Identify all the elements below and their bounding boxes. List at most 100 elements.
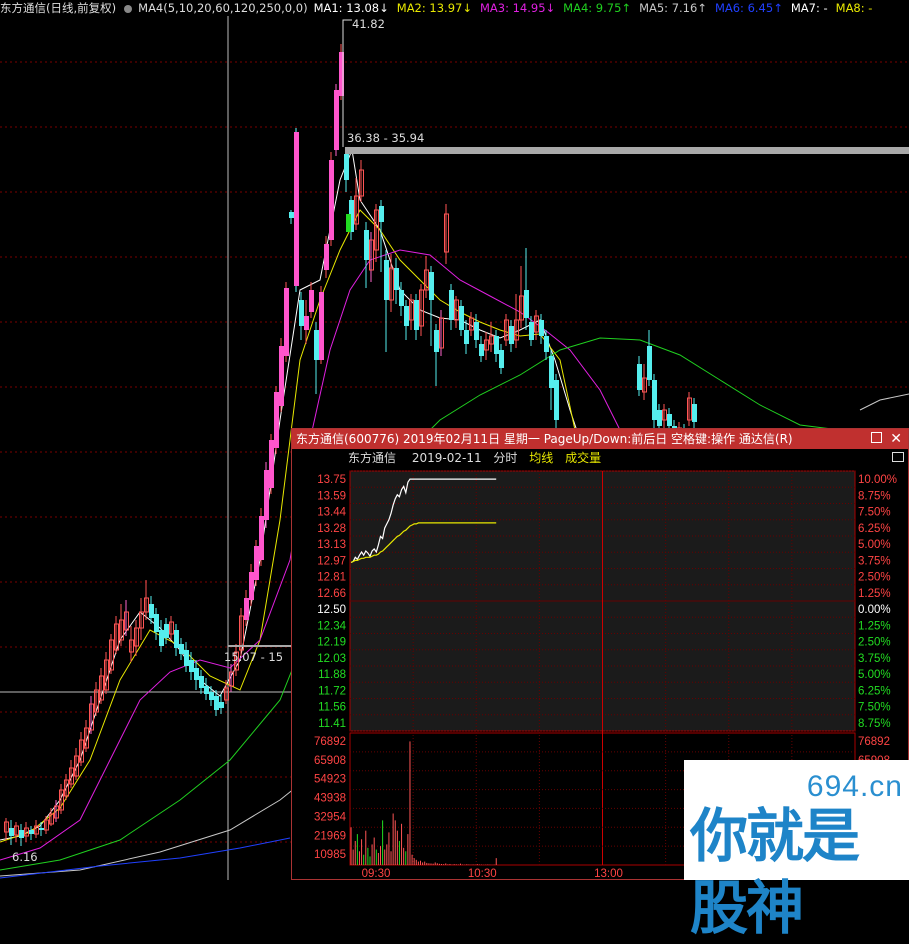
price-axis-label: 12.97 bbox=[317, 555, 346, 567]
candle bbox=[319, 286, 324, 364]
volume-axis-label: 76892 bbox=[314, 736, 346, 748]
candle bbox=[4, 818, 9, 840]
ma-label-7: MA7: - bbox=[790, 1, 828, 15]
volume-axis-label: 65908 bbox=[314, 755, 346, 767]
price-mid-range-label: 15.07 - 15 bbox=[224, 650, 284, 664]
candle bbox=[254, 540, 259, 586]
candle bbox=[494, 330, 499, 362]
pct-axis-label: 3.75% bbox=[858, 653, 891, 665]
price-axis-label: 11.56 bbox=[318, 702, 346, 714]
candle bbox=[199, 670, 204, 694]
candle bbox=[404, 300, 409, 340]
candle bbox=[284, 282, 289, 362]
candle bbox=[274, 386, 279, 454]
candle bbox=[64, 774, 69, 800]
candle bbox=[209, 686, 214, 706]
stock-title: 东方通信(日线,前复权) bbox=[0, 1, 117, 15]
volume-axis-label-right: 76892 bbox=[858, 736, 890, 748]
candle bbox=[264, 462, 269, 528]
candle bbox=[29, 826, 34, 840]
watermark-site: 694.cn bbox=[806, 770, 903, 803]
ma-indicator-name: MA4(5,10,20,60,120,250,0,0) bbox=[138, 1, 308, 15]
candle bbox=[464, 320, 469, 354]
candle bbox=[394, 258, 399, 304]
candle bbox=[439, 310, 444, 356]
settings-dot-icon[interactable] bbox=[124, 5, 133, 13]
pct-axis-label: 7.50% bbox=[858, 507, 891, 519]
candle bbox=[129, 626, 134, 662]
popup-subheader: 东方通信 2019-02-11 分时 均线 成交量 bbox=[292, 449, 908, 467]
popup-title-bar[interactable]: 东方通信(600776) 2019年02月11日 星期一 PageUp/Down… bbox=[292, 429, 908, 449]
candle bbox=[539, 314, 544, 344]
maximize-icon[interactable] bbox=[871, 432, 882, 443]
price-axis-label: 12.66 bbox=[317, 588, 346, 600]
volume-axis-label: 10985 bbox=[314, 849, 346, 861]
candle bbox=[204, 678, 209, 700]
candle bbox=[692, 398, 697, 430]
price-axis-label: 12.03 bbox=[317, 653, 346, 665]
candle bbox=[314, 322, 319, 394]
price-low-label: 6.16 bbox=[12, 850, 38, 864]
candle bbox=[379, 200, 384, 272]
candle bbox=[434, 324, 439, 386]
ma-label-3: MA3: 14.95↓ bbox=[479, 1, 556, 15]
candle bbox=[174, 624, 179, 656]
candle bbox=[169, 616, 174, 640]
candle bbox=[119, 604, 124, 646]
candle bbox=[364, 222, 369, 288]
candle bbox=[114, 616, 119, 654]
candle bbox=[449, 284, 454, 330]
candle bbox=[504, 314, 509, 346]
candle bbox=[219, 694, 224, 714]
candle bbox=[544, 330, 549, 360]
candle bbox=[554, 374, 559, 430]
pct-axis-label: 5.00% bbox=[858, 669, 891, 681]
pct-axis-label: 5.00% bbox=[858, 539, 891, 551]
candle bbox=[104, 652, 109, 694]
sub-volume-legend: 成交量 bbox=[565, 451, 602, 465]
candle bbox=[359, 160, 364, 202]
pct-axis-label: 10.00% bbox=[858, 474, 897, 486]
pct-axis-label: 2.50% bbox=[858, 572, 891, 584]
candle bbox=[299, 292, 304, 340]
ma-label-2: MA2: 13.97↓ bbox=[396, 1, 472, 15]
candle bbox=[279, 338, 284, 412]
candle bbox=[139, 598, 144, 640]
candle bbox=[389, 254, 394, 312]
time-axis-label: 09:30 bbox=[362, 868, 391, 879]
close-icon[interactable]: ✕ bbox=[890, 429, 902, 449]
sub-date: 2019-02-11 bbox=[411, 451, 482, 465]
ma-label-8: MA8: - bbox=[835, 1, 873, 15]
candle bbox=[514, 294, 519, 348]
sub-avg-legend: 均线 bbox=[529, 451, 554, 465]
pct-axis-label: 8.75% bbox=[858, 718, 891, 730]
candle bbox=[184, 642, 189, 672]
candle bbox=[329, 152, 334, 246]
candle bbox=[687, 392, 692, 426]
price-axis-label: 13.44 bbox=[317, 507, 346, 519]
price-range-bar bbox=[345, 147, 909, 154]
watermark-slogan: 你就是股神 bbox=[690, 802, 860, 942]
candle bbox=[334, 84, 339, 156]
candle bbox=[49, 808, 54, 826]
candle bbox=[647, 330, 652, 386]
candle bbox=[144, 580, 149, 620]
candle bbox=[454, 296, 459, 328]
pct-axis-label: 2.50% bbox=[858, 637, 891, 649]
price-top-range-label: 36.38 - 35.94 bbox=[347, 131, 425, 145]
candle bbox=[304, 300, 309, 344]
collapse-icon[interactable] bbox=[892, 452, 904, 462]
candle bbox=[642, 364, 647, 400]
candle bbox=[124, 600, 129, 636]
candle bbox=[479, 336, 484, 362]
volume-axis-label: 32954 bbox=[314, 811, 347, 823]
candle bbox=[374, 204, 379, 262]
candle bbox=[269, 434, 274, 494]
price-axis-label: 12.19 bbox=[317, 637, 346, 649]
candle bbox=[109, 634, 114, 674]
high-marker bbox=[342, 19, 352, 147]
candle bbox=[14, 822, 19, 842]
volume-axis-label: 54923 bbox=[314, 774, 346, 786]
candle bbox=[309, 282, 314, 318]
price-axis-label: 13.28 bbox=[317, 523, 346, 535]
